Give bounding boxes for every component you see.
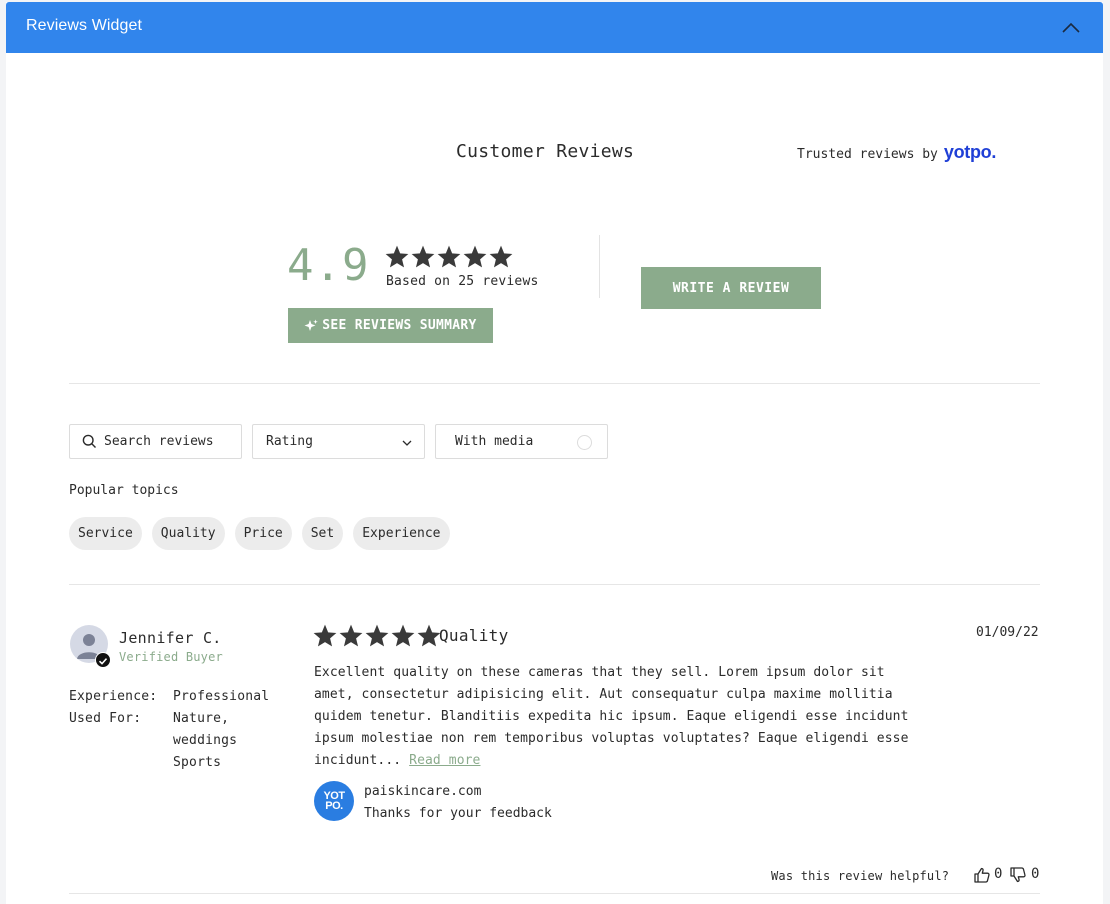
topic-chips: Service Quality Price Set Experience: [69, 517, 450, 550]
topic-chip-quality[interactable]: Quality: [151, 517, 225, 550]
used-for-label: Used For:: [69, 711, 142, 726]
star-icon: [313, 624, 337, 647]
panel-header: Reviews Widget: [6, 2, 1103, 53]
section-divider: [69, 584, 1040, 585]
with-media-radio[interactable]: [577, 435, 592, 450]
experience-value: Professional: [173, 689, 270, 704]
summary-button-label: SEE REVIEWS SUMMARY: [322, 318, 477, 333]
with-media-filter[interactable]: With media: [435, 424, 608, 459]
thumbs-down-icon[interactable]: [1009, 866, 1027, 884]
used-for-value: Sports: [173, 755, 222, 770]
review-body: Excellent quality on these cameras that …: [314, 662, 914, 772]
topic-chip-experience[interactable]: Experience: [353, 517, 450, 550]
thumbs-up-icon[interactable]: [973, 866, 991, 884]
read-more-link[interactable]: Read more: [409, 753, 480, 768]
chevron-down-icon: [402, 440, 412, 446]
used-for-value: Nature,: [173, 711, 230, 726]
with-media-label: With media: [455, 434, 534, 449]
thumbs-up-count: 0: [994, 866, 1003, 882]
helpful-prompt: Was this review helpful?: [771, 869, 950, 883]
store-name: paiskincare.com: [364, 784, 482, 799]
verified-buyer-badge: Verified Buyer: [119, 650, 223, 664]
search-icon: [82, 434, 96, 448]
star-icon: [391, 624, 415, 647]
verified-check-icon: [95, 652, 111, 668]
panel-title: Reviews Widget: [26, 17, 143, 34]
rating-filter-dropdown[interactable]: Rating: [252, 424, 425, 459]
review-title: Quality: [439, 626, 509, 645]
used-for-value: weddings: [173, 733, 238, 748]
topic-chip-price[interactable]: Price: [234, 517, 292, 550]
trusted-text: Trusted reviews by: [797, 147, 938, 162]
popular-topics-label: Popular topics: [69, 483, 179, 498]
star-icon: [437, 245, 461, 268]
summary-divider: [599, 235, 600, 298]
sparkle-icon: [304, 319, 319, 331]
store-reply: Thanks for your feedback: [364, 806, 552, 821]
yotpo-logo[interactable]: yotpo.: [944, 142, 997, 163]
write-review-button[interactable]: WRITE A REVIEW: [641, 267, 821, 309]
review-count: Based on 25 reviews: [386, 274, 539, 289]
thumbs-down-count: 0: [1031, 866, 1040, 882]
reviews-widget-panel: Reviews Widget Customer Reviews Trusted …: [6, 2, 1103, 904]
star-icon: [463, 245, 487, 268]
see-reviews-summary-button[interactable]: SEE REVIEWS SUMMARY: [288, 308, 493, 343]
search-input[interactable]: [104, 434, 239, 449]
star-icon: [385, 245, 409, 268]
topic-chip-service[interactable]: Service: [69, 517, 142, 550]
average-rating: 4.9: [287, 240, 370, 291]
review-text: Excellent quality on these cameras that …: [314, 665, 909, 768]
star-icon: [339, 624, 363, 647]
section-divider: [69, 383, 1040, 384]
summary-stars: [384, 244, 514, 270]
review-stars: [312, 623, 442, 649]
reviewer-name: Jennifer C.: [119, 629, 222, 647]
star-icon: [411, 245, 435, 268]
collapse-button[interactable]: [1058, 16, 1084, 40]
review-date: 01/09/22: [976, 625, 1039, 640]
topic-chip-set[interactable]: Set: [301, 517, 344, 550]
store-logo: YOT PO.: [314, 781, 354, 821]
chevron-up-icon: [1062, 22, 1080, 33]
widget-title: Customer Reviews: [456, 141, 635, 162]
section-divider: [69, 893, 1040, 894]
rating-filter-label: Rating: [266, 434, 313, 449]
star-icon: [489, 245, 513, 268]
search-reviews-box[interactable]: [69, 424, 242, 459]
star-icon: [365, 624, 389, 647]
experience-label: Experience:: [69, 689, 158, 704]
trusted-by: Trusted reviews by yotpo.: [797, 142, 996, 163]
